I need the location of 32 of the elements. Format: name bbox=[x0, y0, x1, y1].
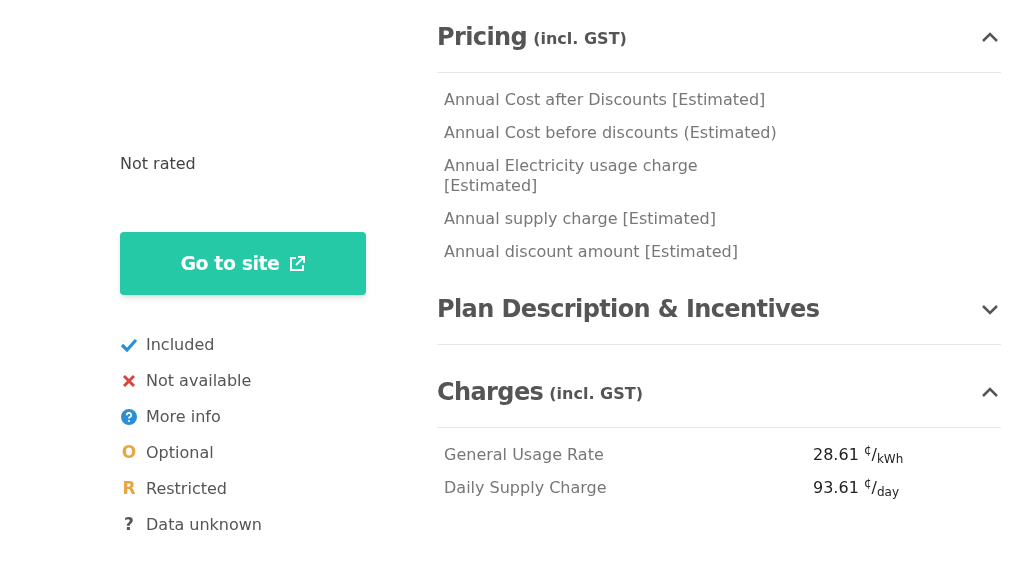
cross-icon bbox=[122, 374, 136, 388]
collapse-chevron-icon[interactable] bbox=[981, 386, 999, 398]
check-icon bbox=[120, 338, 138, 352]
row-value: 93.61 $^{¢}$/$_{day}$ bbox=[813, 478, 899, 498]
section-note: (incl. GST) bbox=[549, 383, 643, 405]
legend-symbol: O bbox=[121, 441, 137, 465]
external-link-icon bbox=[287, 254, 306, 273]
section-note: (incl. GST) bbox=[533, 28, 627, 50]
row-label: Annual Cost before discounts (Estimated) bbox=[444, 123, 777, 143]
go-to-site-button[interactable]: Go to site bbox=[120, 232, 366, 295]
legend-label: Restricted bbox=[146, 478, 227, 500]
legend-label: Not available bbox=[146, 370, 252, 392]
row-label: Annual discount amount [Estimated] bbox=[444, 242, 738, 262]
legend-symbol: ? bbox=[124, 513, 134, 537]
row-label: Annual Cost after Discounts [Estimated] bbox=[444, 90, 766, 110]
legend-symbol: R bbox=[122, 477, 136, 501]
legend-label: More info bbox=[146, 406, 221, 428]
row-label: General Usage Rate bbox=[444, 445, 605, 465]
row-value: 28.61 $^{¢}$/$_{kWh}$ bbox=[813, 445, 904, 465]
section-title: Plan Description & Incentives bbox=[437, 294, 820, 325]
row-label: Annual supply charge [Estimated] bbox=[444, 209, 716, 229]
help-icon bbox=[121, 409, 137, 425]
row-label: Daily Supply Charge bbox=[444, 478, 608, 498]
expand-chevron-icon[interactable] bbox=[981, 303, 999, 315]
section-title: Charges bbox=[437, 377, 544, 408]
collapse-chevron-icon[interactable] bbox=[981, 31, 999, 43]
legend-label: Optional bbox=[146, 442, 214, 464]
row-label: Annual Electricity usage charge [Estimated] bbox=[444, 156, 699, 196]
rating-text: Not rated bbox=[120, 153, 196, 175]
legend-label: Included bbox=[146, 334, 215, 356]
section-title: Pricing bbox=[437, 22, 528, 53]
legend-label: Data unknown bbox=[146, 514, 262, 536]
